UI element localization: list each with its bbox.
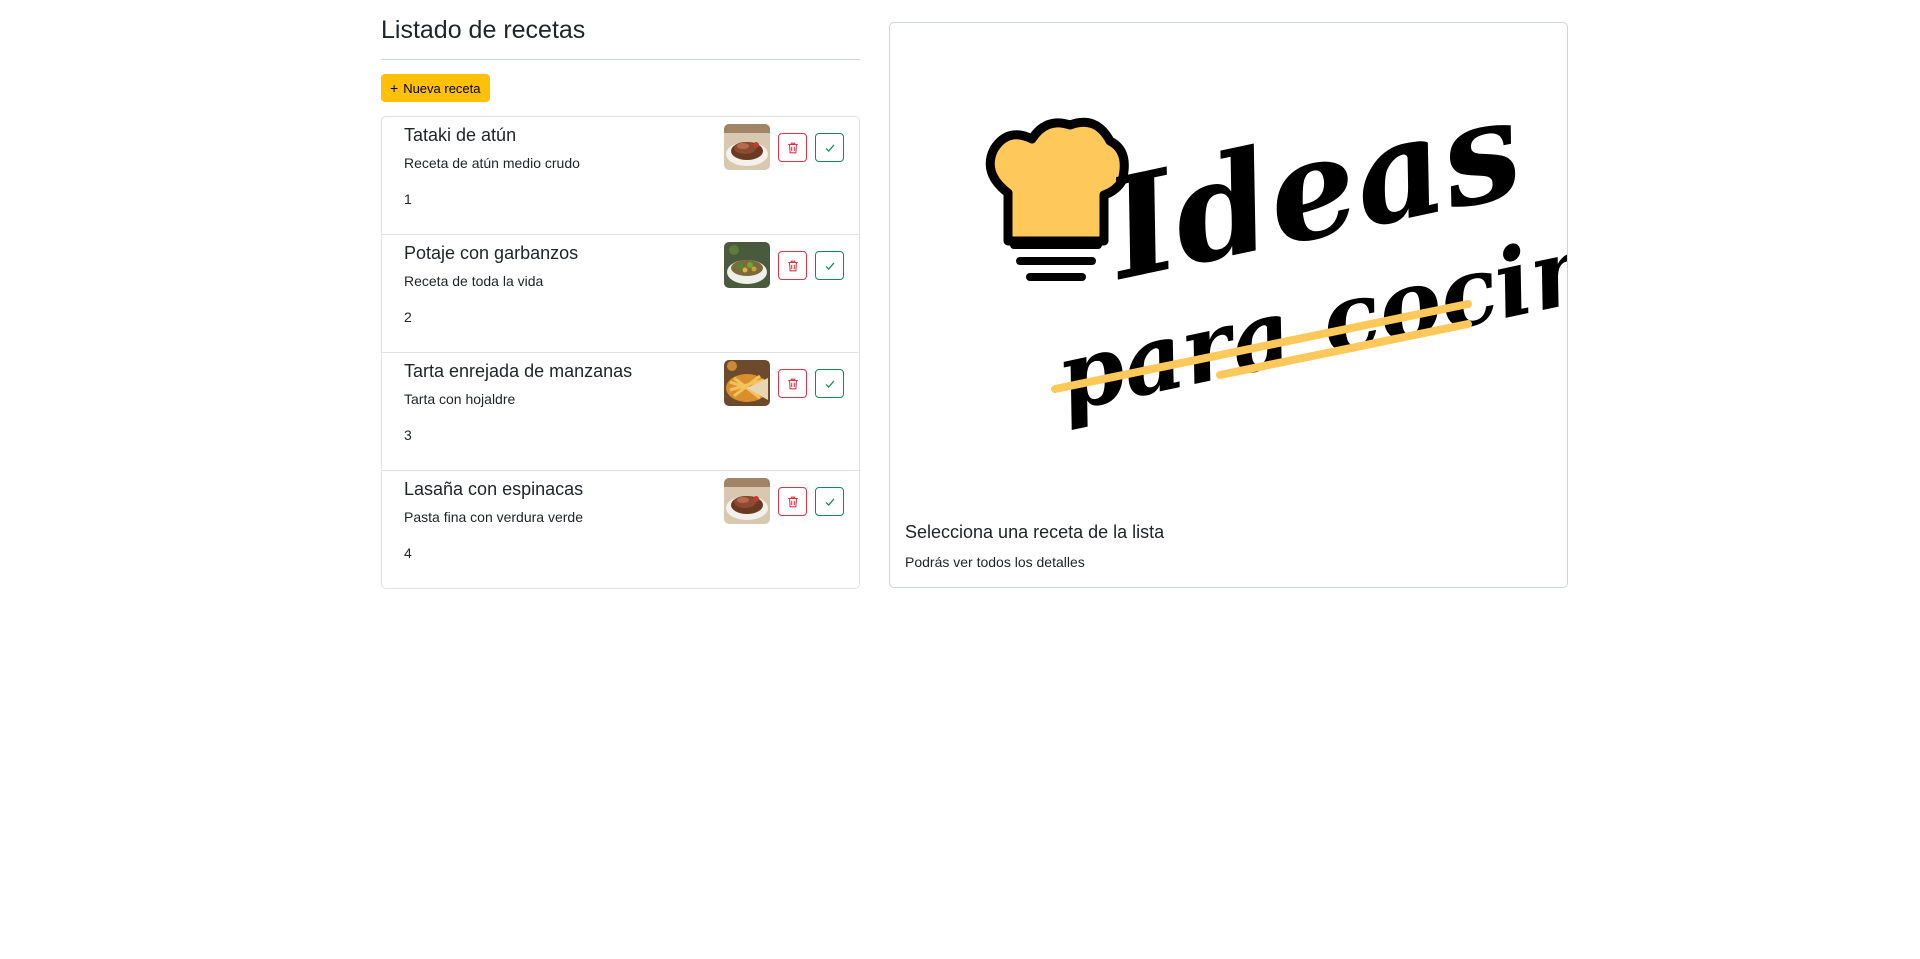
recipe-item[interactable]: Potaje con garbanzos Receta de toda la v… (381, 234, 860, 353)
recipe-title: Potaje con garbanzos (404, 243, 579, 263)
new-recipe-label: Nueva receta (403, 80, 481, 96)
ideas-para-cocinar-logo: Ideas para cocinar (890, 23, 1723, 503)
recipe-description: Receta de atún medio crudo (404, 155, 580, 171)
recipe-title: Tarta enrejada de manzanas (404, 361, 633, 381)
select-button[interactable] (815, 251, 844, 280)
recipe-description: Receta de toda la vida (404, 273, 544, 289)
delete-button[interactable] (778, 251, 807, 280)
recipe-title: Lasaña con espinacas (404, 479, 584, 499)
plus-icon: + (390, 80, 399, 96)
check-icon (825, 144, 834, 152)
page-title: Listado de recetas (381, 0, 860, 60)
recipe-thumbnail (724, 360, 770, 406)
recipe-thumbnail (724, 242, 770, 288)
detail-subtitle: Podrás ver todos los detalles (905, 554, 1085, 570)
recipe-description: Tarta con hojaldre (404, 391, 516, 407)
select-button[interactable] (815, 133, 844, 162)
trash-icon (787, 260, 798, 271)
recipe-item[interactable]: Tataki de atún Receta de atún medio crud… (381, 116, 860, 235)
recipe-id: 4 (404, 545, 412, 561)
recipe-list: Tataki de atún Receta de atún medio crud… (381, 116, 860, 589)
delete-button[interactable] (778, 369, 807, 398)
recipe-title: Tataki de atún (404, 125, 517, 145)
recipe-item[interactable]: Tarta enrejada de manzanas Tarta con hoj… (381, 352, 860, 471)
recipe-id: 2 (404, 309, 412, 325)
trash-icon (787, 378, 798, 389)
page: Listado de recetas + Nueva receta Tataki… (0, 0, 1920, 959)
recipe-id: 3 (404, 427, 412, 443)
recipe-description: Pasta fina con verdura verde (404, 509, 583, 525)
recipe-detail-card: Ideas para cocinar Selecciona una receta… (889, 22, 1723, 588)
detail-title: Selecciona una receta de la lista (905, 522, 1165, 542)
recipe-thumbnail (724, 478, 770, 524)
check-icon (825, 380, 834, 388)
trash-icon (787, 142, 798, 153)
recipe-list-panel: Listado de recetas + Nueva receta Tataki… (381, 0, 860, 589)
recipe-id: 1 (404, 191, 412, 207)
select-button[interactable] (815, 487, 844, 516)
recipe-body: Lasaña con espinacas Pasta fina con verd… (404, 478, 724, 562)
trash-icon (787, 496, 798, 507)
check-icon (825, 262, 834, 270)
new-recipe-button[interactable]: + Nueva receta (381, 74, 490, 102)
recipe-body: Tataki de atún Receta de atún medio crud… (404, 124, 724, 208)
recipe-item[interactable]: Lasaña con espinacas Pasta fina con verd… (381, 470, 860, 589)
select-button[interactable] (815, 369, 844, 398)
recipe-thumbnail (724, 124, 770, 170)
recipe-body: Tarta enrejada de manzanas Tarta con hoj… (404, 360, 724, 444)
recipe-body: Potaje con garbanzos Receta de toda la v… (404, 242, 724, 326)
delete-button[interactable] (778, 133, 807, 162)
delete-button[interactable] (778, 487, 807, 516)
check-icon (825, 498, 834, 506)
